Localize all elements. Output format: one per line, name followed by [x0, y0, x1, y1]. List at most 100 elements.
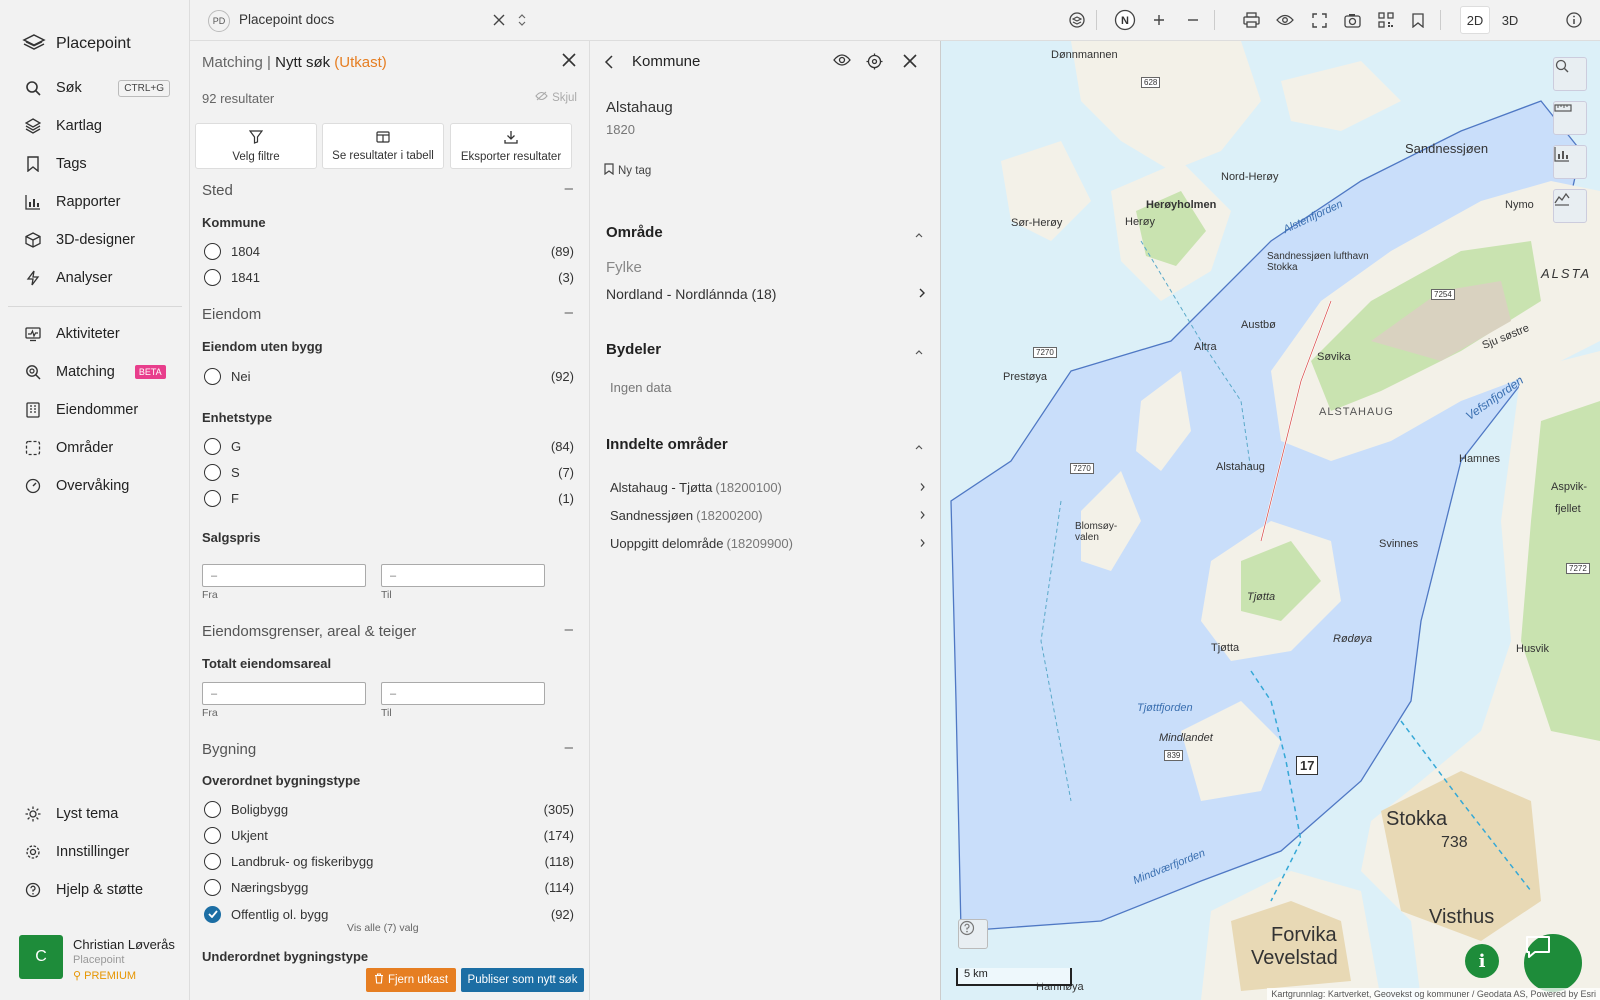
nav-item-matching[interactable]: Matching BETA	[0, 353, 190, 391]
nav-item-aktiviteter[interactable]: Aktiviteter	[0, 315, 190, 353]
nav-item-3d-designer[interactable]: 3D-designer	[0, 221, 190, 259]
print-icon[interactable]	[1240, 9, 1262, 31]
toolbar-separator	[1440, 10, 1441, 30]
salgspris-to-input[interactable]	[381, 564, 545, 587]
radio-button[interactable]	[204, 489, 221, 507]
delete-draft-button[interactable]: Fjern utkast	[366, 968, 456, 992]
export-results-button[interactable]: Eksporter resultater	[450, 123, 572, 169]
doc-title[interactable]: Placepoint docs	[239, 12, 334, 27]
fullscreen-icon[interactable]	[1308, 9, 1330, 31]
radio-button[interactable]	[204, 463, 221, 481]
radio-button[interactable]	[204, 878, 221, 896]
nav-item-settings[interactable]: Innstillinger	[0, 833, 190, 871]
option-count: (7)	[558, 464, 574, 480]
nav-item-theme[interactable]: Lyst tema	[0, 795, 190, 833]
collapse-icon[interactable]: –	[565, 180, 573, 197]
view-table-button[interactable]: Se resultater i tabell	[322, 123, 444, 169]
radio-button[interactable]	[204, 800, 221, 818]
close-icon[interactable]	[902, 53, 918, 72]
nav-item-tags[interactable]: Tags	[0, 145, 190, 183]
radio-button[interactable]	[204, 826, 221, 844]
mode-2d-button[interactable]: 2D	[1460, 6, 1490, 34]
chevron-up-icon[interactable]	[914, 344, 924, 359]
back-chevron-icon[interactable]	[604, 54, 614, 73]
option-landbruk[interactable]: Landbruk- og fiskeribygg (118)	[204, 850, 574, 872]
nav-item-omrader[interactable]: Områder	[0, 429, 190, 467]
profile-tool-icon[interactable]	[1553, 189, 1587, 223]
user-profile[interactable]: C Christian Løverås Placepoint ⚲ PREMIUM	[19, 935, 175, 982]
chevron-up-icon[interactable]	[914, 439, 924, 454]
nav-item-analyser[interactable]: Analyser	[0, 259, 190, 297]
new-tag-button[interactable]: Ny tag	[604, 163, 651, 178]
nav-item-overvaking[interactable]: Overvåking	[0, 467, 190, 505]
nav-item-kartlag[interactable]: Kartlag	[0, 107, 190, 145]
hide-results-link[interactable]: Skjul	[535, 91, 577, 104]
map-search-tool-icon[interactable]	[1553, 57, 1587, 91]
areal-to-input[interactable]	[381, 682, 545, 705]
option-boligbygg[interactable]: Boligbygg (305)	[204, 798, 574, 820]
group-kommune-label: Kommune	[202, 215, 266, 230]
eye-icon[interactable]	[833, 53, 851, 70]
chevron-up-icon[interactable]	[914, 227, 924, 242]
nav-item-rapporter[interactable]: Rapporter	[0, 183, 190, 221]
zoom-in-icon[interactable]	[1148, 9, 1170, 31]
measure-tool-icon[interactable]	[1553, 101, 1587, 135]
chevron-updown-icon[interactable]	[511, 9, 533, 31]
info-button[interactable]: i	[1465, 944, 1499, 978]
option-kommune-1804[interactable]: 1804 (89)	[204, 240, 574, 262]
tier-label: PREMIUM	[84, 970, 137, 982]
fylke-row[interactable]: Nordland - Nordlánnda (18)	[606, 286, 926, 302]
option-count: (3)	[558, 269, 574, 285]
group-underordnet-label: Underordnet bygningstype	[202, 949, 369, 964]
mode-3d-button[interactable]: 3D	[1495, 6, 1525, 34]
show-all-link[interactable]: Vis alle (7) valg	[347, 922, 419, 934]
info-icon[interactable]	[1563, 9, 1585, 31]
radio-button[interactable]	[204, 852, 221, 870]
option-enhetstype-g[interactable]: G (84)	[204, 435, 574, 457]
collapse-icon[interactable]: –	[565, 621, 573, 638]
inndelt-item[interactable]: Uoppgitt delområde (18209900)	[610, 536, 926, 551]
eye-icon[interactable]	[1274, 9, 1296, 31]
compass-icon[interactable]: N	[1114, 9, 1136, 31]
collapse-icon[interactable]: –	[565, 304, 573, 321]
option-label: Landbruk- og fiskeribygg	[231, 853, 374, 869]
collapse-icon[interactable]: –	[565, 739, 573, 756]
chat-support-button[interactable]	[1524, 934, 1582, 992]
radio-button-checked[interactable]	[204, 905, 221, 923]
option-enhetstype-s[interactable]: S (7)	[204, 461, 574, 483]
close-panel-icon[interactable]	[561, 52, 577, 71]
zoom-out-icon[interactable]	[1182, 9, 1204, 31]
nav-item-eiendommer[interactable]: Eiendommer	[0, 391, 190, 429]
option-ukjent[interactable]: Ukjent (174)	[204, 824, 574, 846]
salgspris-from-input[interactable]	[202, 564, 366, 587]
close-icon[interactable]	[488, 9, 510, 31]
map-view[interactable]: Dønnmannen Sandnessjøen Nord-Herøy Herøy…	[941, 41, 1600, 1000]
option-naeringsbygg[interactable]: Næringsbygg (114)	[204, 876, 574, 898]
map-help-button[interactable]	[958, 919, 988, 949]
areal-from-input[interactable]	[202, 682, 366, 705]
map-label: Søvika	[1317, 351, 1351, 363]
radio-button[interactable]	[204, 437, 221, 455]
option-uten-bygg-nei[interactable]: Nei (92)	[204, 365, 574, 387]
radio-button[interactable]	[204, 242, 221, 260]
locate-icon[interactable]	[866, 53, 883, 73]
map-label: Rødøya	[1333, 633, 1373, 645]
inndelt-item[interactable]: Sandnessjøen (18200200)	[610, 508, 926, 523]
brand[interactable]: Placepoint	[0, 0, 189, 66]
bookmark-icon[interactable]	[1407, 9, 1429, 31]
map-label: Nymo	[1505, 199, 1534, 211]
radio-button[interactable]	[204, 268, 221, 286]
choose-filters-button[interactable]: Velg filtre	[195, 123, 317, 169]
option-label: Nei	[231, 368, 251, 384]
nav-item-search[interactable]: Søk CTRL+G	[0, 69, 190, 107]
option-kommune-1841[interactable]: 1841 (3)	[204, 266, 574, 288]
qr-code-icon[interactable]	[1375, 9, 1397, 31]
camera-icon[interactable]	[1341, 9, 1363, 31]
nav-item-help[interactable]: Hjelp & støtte	[0, 871, 190, 909]
inndelt-item[interactable]: Alstahaug - Tjøtta (18200100)	[610, 480, 926, 495]
layer-stack-icon[interactable]	[1066, 9, 1088, 31]
statistics-tool-icon[interactable]	[1553, 145, 1587, 179]
radio-button[interactable]	[204, 367, 221, 385]
option-enhetstype-f[interactable]: F (1)	[204, 487, 574, 509]
publish-search-button[interactable]: Publiser som nytt søk	[461, 968, 584, 992]
